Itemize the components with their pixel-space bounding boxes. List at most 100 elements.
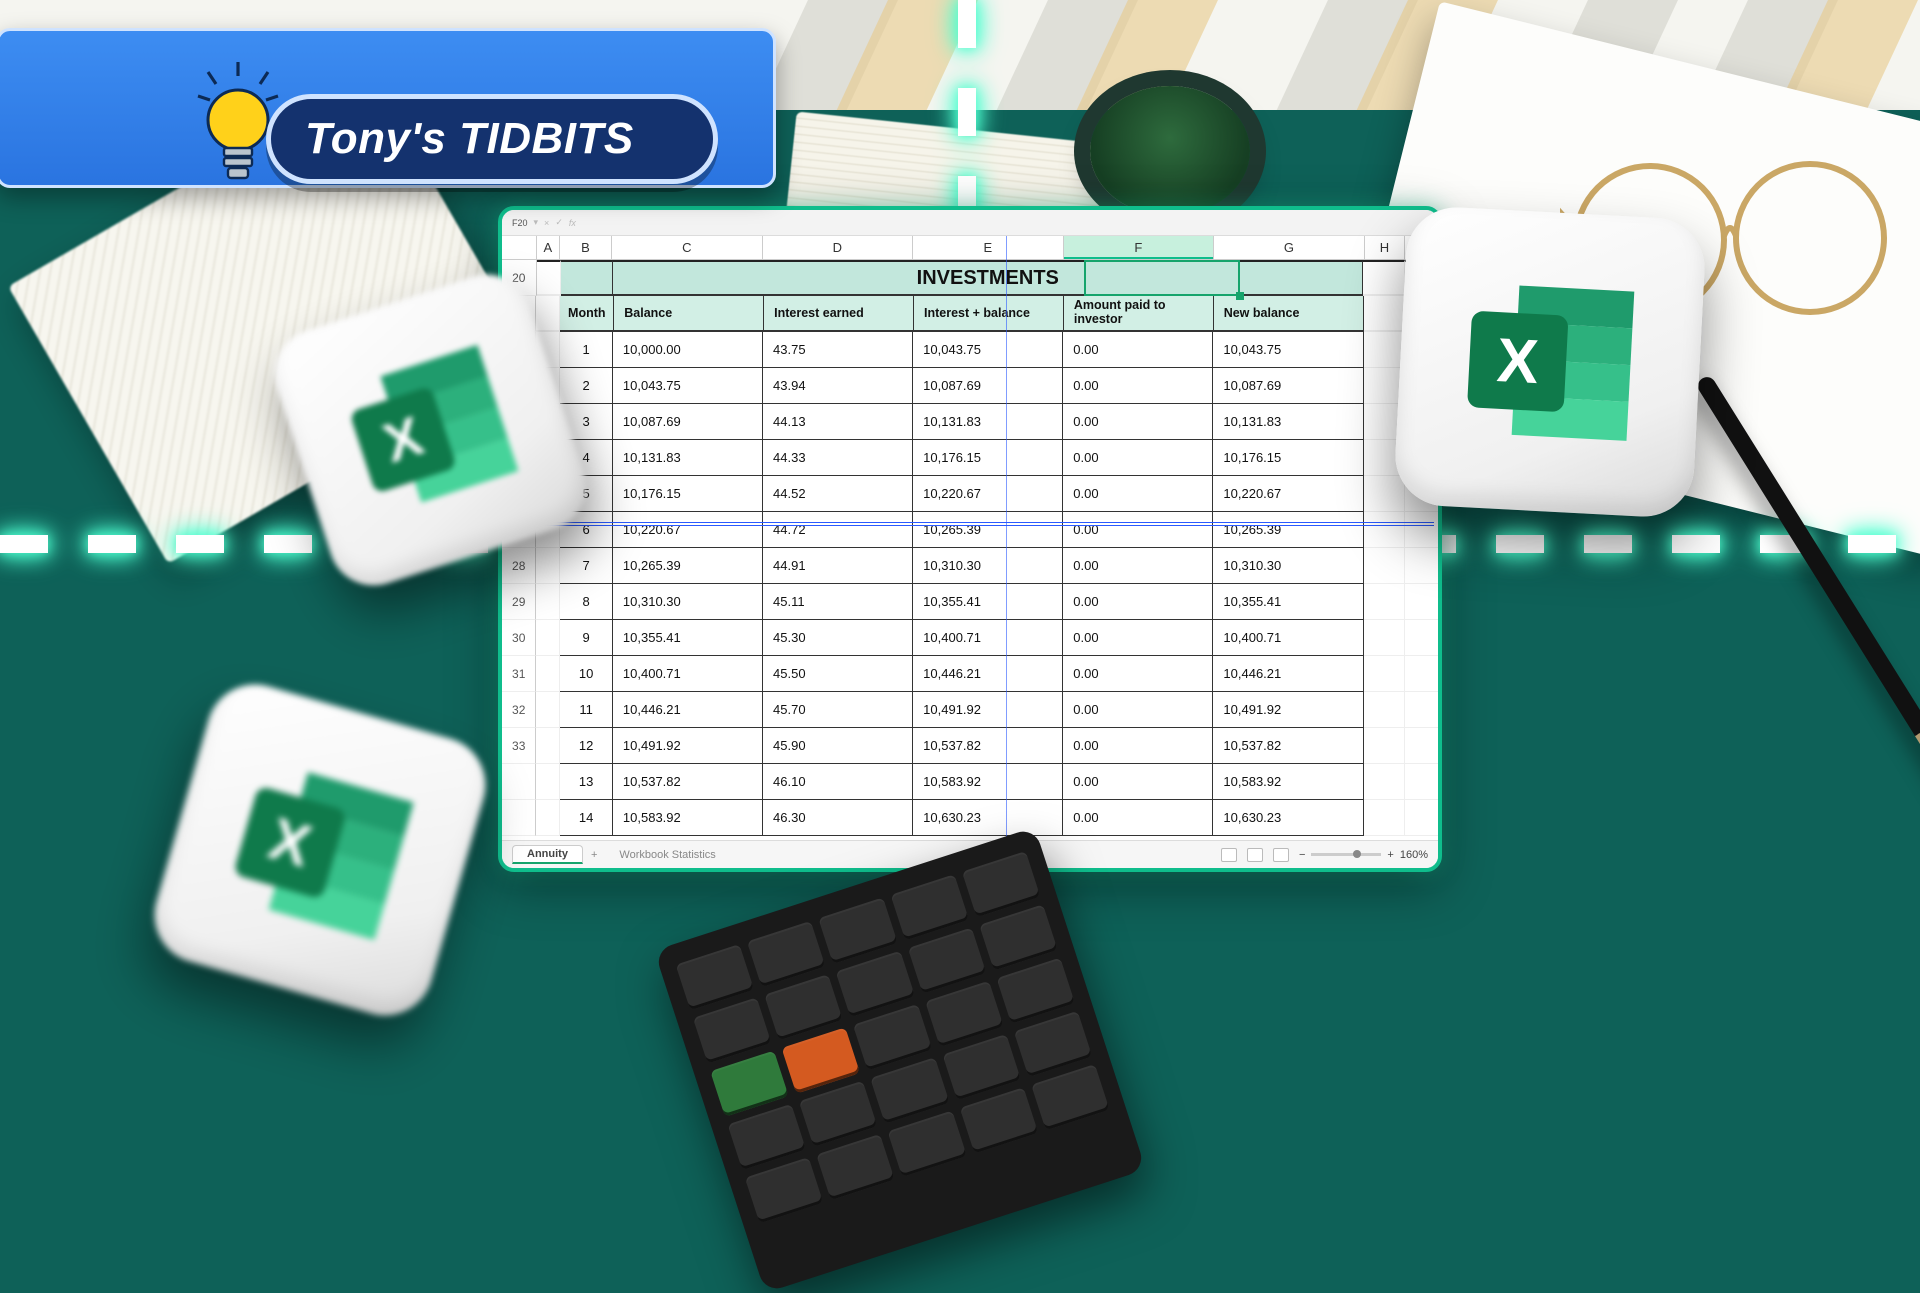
- cell-interest-earned[interactable]: 44.13: [763, 404, 913, 440]
- grid-body[interactable]: 20 INVESTMENTS 21 Month Balance Interest…: [502, 260, 1438, 840]
- header-amount-paid[interactable]: Amount paid to investor: [1064, 296, 1214, 332]
- zoom-slider[interactable]: [1311, 853, 1381, 856]
- cell-balance[interactable]: 10,583.92: [613, 800, 763, 836]
- row-number[interactable]: 33: [502, 728, 536, 764]
- cell-interest-plus-balance[interactable]: 10,265.39: [913, 512, 1063, 548]
- cell-balance[interactable]: 10,446.21: [613, 692, 763, 728]
- cell-interest-plus-balance[interactable]: 10,491.92: [913, 692, 1063, 728]
- cell-month[interactable]: 7: [560, 548, 613, 584]
- cell-amount-paid[interactable]: 0.00: [1063, 656, 1213, 692]
- cell-amount-paid[interactable]: 0.00: [1063, 368, 1213, 404]
- add-sheet-button[interactable]: +: [591, 849, 597, 861]
- cell-interest-earned[interactable]: 44.72: [763, 512, 913, 548]
- cell-interest-earned[interactable]: 45.11: [763, 584, 913, 620]
- cell-amount-paid[interactable]: 0.00: [1063, 764, 1213, 800]
- col-header-G[interactable]: G: [1214, 236, 1365, 259]
- cell-month[interactable]: 11: [560, 692, 613, 728]
- cell-new-balance[interactable]: 10,355.41: [1213, 584, 1363, 620]
- cell-interest-plus-balance[interactable]: 10,446.21: [913, 656, 1063, 692]
- cell-amount-paid[interactable]: 0.00: [1063, 332, 1213, 368]
- zoom-in-button[interactable]: +: [1387, 849, 1393, 861]
- view-page-layout-icon[interactable]: [1247, 848, 1263, 862]
- cell-new-balance[interactable]: 10,583.92: [1213, 764, 1363, 800]
- cell-new-balance[interactable]: 10,446.21: [1213, 656, 1363, 692]
- cell-balance[interactable]: 10,491.92: [613, 728, 763, 764]
- cell-interest-earned[interactable]: 45.70: [763, 692, 913, 728]
- cell-interest-plus-balance[interactable]: 10,176.15: [913, 440, 1063, 476]
- cell-new-balance[interactable]: 10,087.69: [1213, 368, 1363, 404]
- cell-month[interactable]: 2: [560, 368, 613, 404]
- cell-month[interactable]: 14: [560, 800, 613, 836]
- cell-balance[interactable]: 10,131.83: [613, 440, 763, 476]
- cell-month[interactable]: 9: [560, 620, 613, 656]
- cell-balance[interactable]: 10,310.30: [613, 584, 763, 620]
- cell-interest-plus-balance[interactable]: 10,220.67: [913, 476, 1063, 512]
- cell-new-balance[interactable]: 10,491.92: [1213, 692, 1363, 728]
- cell-balance[interactable]: 10,000.00: [613, 332, 763, 368]
- zoom-level[interactable]: 160%: [1400, 849, 1428, 861]
- row-number[interactable]: [502, 764, 536, 800]
- cell-interest-plus-balance[interactable]: 10,087.69: [913, 368, 1063, 404]
- cell-month[interactable]: 1: [560, 332, 613, 368]
- col-header-B[interactable]: B: [560, 236, 612, 259]
- col-header-H[interactable]: H: [1365, 236, 1406, 259]
- cell-balance[interactable]: 10,176.15: [613, 476, 763, 512]
- cell-amount-paid[interactable]: 0.00: [1063, 620, 1213, 656]
- row-number[interactable]: 31: [502, 656, 536, 692]
- cell-interest-earned[interactable]: 44.33: [763, 440, 913, 476]
- row-number[interactable]: 30: [502, 620, 536, 656]
- cell-interest-plus-balance[interactable]: 10,537.82: [913, 728, 1063, 764]
- cell-balance[interactable]: 10,043.75: [613, 368, 763, 404]
- col-header-A[interactable]: A: [537, 236, 560, 259]
- cell-balance[interactable]: 10,400.71: [613, 656, 763, 692]
- cell-amount-paid[interactable]: 0.00: [1063, 440, 1213, 476]
- cell-amount-paid[interactable]: 0.00: [1063, 548, 1213, 584]
- cell-new-balance[interactable]: 10,630.23: [1213, 800, 1363, 836]
- cell-interest-plus-balance[interactable]: 10,310.30: [913, 548, 1063, 584]
- cell-month[interactable]: 13: [560, 764, 613, 800]
- header-month[interactable]: Month: [560, 296, 614, 332]
- cell-new-balance[interactable]: 10,400.71: [1213, 620, 1363, 656]
- cell-amount-paid[interactable]: 0.00: [1063, 584, 1213, 620]
- cell-balance[interactable]: 10,087.69: [613, 404, 763, 440]
- header-balance[interactable]: Balance: [614, 296, 764, 332]
- cell-interest-plus-balance[interactable]: 10,131.83: [913, 404, 1063, 440]
- sheet-tab[interactable]: Annuity: [512, 845, 583, 864]
- cell-interest-earned[interactable]: 45.50: [763, 656, 913, 692]
- cell-amount-paid[interactable]: 0.00: [1063, 800, 1213, 836]
- view-page-break-icon[interactable]: [1273, 848, 1289, 862]
- cell-interest-earned[interactable]: 45.90: [763, 728, 913, 764]
- cell-new-balance[interactable]: 10,310.30: [1213, 548, 1363, 584]
- cell-month[interactable]: 8: [560, 584, 613, 620]
- formula-bar[interactable]: F20 ▾ × ✓ fx: [502, 210, 1438, 236]
- cell-new-balance[interactable]: 10,265.39: [1213, 512, 1363, 548]
- namebox[interactable]: F20: [512, 218, 528, 228]
- cell-balance[interactable]: 10,355.41: [613, 620, 763, 656]
- cell-amount-paid[interactable]: 0.00: [1063, 728, 1213, 764]
- cell-interest-plus-balance[interactable]: 10,043.75: [913, 332, 1063, 368]
- header-interest-plus-balance[interactable]: Interest + balance: [914, 296, 1064, 332]
- cell-balance[interactable]: 10,265.39: [613, 548, 763, 584]
- cell-interest-plus-balance[interactable]: 10,355.41: [913, 584, 1063, 620]
- cell-new-balance[interactable]: 10,537.82: [1213, 728, 1363, 764]
- col-header-D[interactable]: D: [763, 236, 914, 259]
- cell-new-balance[interactable]: 10,043.75: [1213, 332, 1363, 368]
- cell-interest-earned[interactable]: 45.30: [763, 620, 913, 656]
- cell-amount-paid[interactable]: 0.00: [1063, 692, 1213, 728]
- row-number[interactable]: 28: [502, 548, 536, 584]
- row-number[interactable]: [502, 800, 536, 836]
- col-header-F[interactable]: F: [1064, 236, 1215, 259]
- cell-interest-earned[interactable]: 44.52: [763, 476, 913, 512]
- cell-interest-earned[interactable]: 43.94: [763, 368, 913, 404]
- zoom-out-button[interactable]: −: [1299, 849, 1305, 861]
- cell-balance[interactable]: 10,537.82: [613, 764, 763, 800]
- cell-interest-earned[interactable]: 46.10: [763, 764, 913, 800]
- view-normal-icon[interactable]: [1221, 848, 1237, 862]
- header-interest-earned[interactable]: Interest earned: [764, 296, 914, 332]
- cell-month[interactable]: 10: [560, 656, 613, 692]
- cell-amount-paid[interactable]: 0.00: [1063, 476, 1213, 512]
- cell-interest-earned[interactable]: 44.91: [763, 548, 913, 584]
- cell-amount-paid[interactable]: 0.00: [1063, 512, 1213, 548]
- cell-new-balance[interactable]: 10,176.15: [1213, 440, 1363, 476]
- cell-balance[interactable]: 10,220.67: [613, 512, 763, 548]
